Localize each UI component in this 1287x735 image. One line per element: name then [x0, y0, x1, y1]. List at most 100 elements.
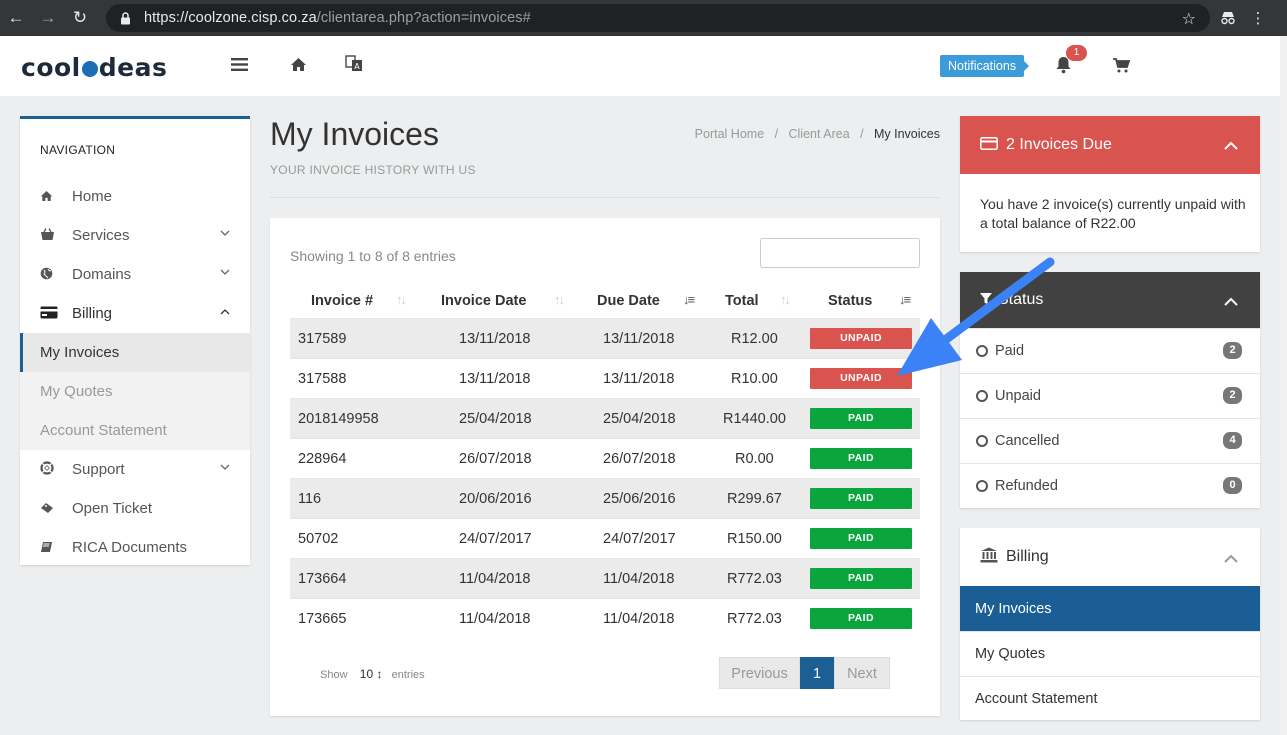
sidebar-item-domains[interactable]: Domains — [20, 255, 250, 294]
billing-link-my-quotes[interactable]: My Quotes — [960, 631, 1260, 676]
column-header-invoice-date[interactable]: Invoice Date — [441, 293, 526, 309]
billing-panel: Billing My Invoices My Quotes Account St… — [960, 528, 1260, 720]
table-row[interactable]: 228964 26/07/2018 26/07/2018 R0.00 PAID — [290, 438, 920, 478]
billing-panel-header[interactable]: Billing — [960, 528, 1260, 586]
sidebar-item-services[interactable]: Services — [20, 216, 250, 255]
page-scrollbar[interactable] — [1280, 36, 1287, 735]
chevron-up-icon — [220, 306, 230, 318]
table-search-input[interactable] — [760, 238, 920, 268]
column-header-due-date[interactable]: Due Date — [597, 293, 660, 309]
sort-icon[interactable]: ↑↓ — [780, 292, 791, 307]
book-icon — [20, 540, 72, 556]
basket-icon — [20, 227, 72, 244]
status-filter-unpaid[interactable]: Unpaid 2 — [960, 373, 1260, 418]
cell-invoice-number: 228964 — [298, 451, 347, 467]
table-row[interactable]: 173664 11/04/2018 11/04/2018 R772.03 PAI… — [290, 558, 920, 598]
sidebar-subitem-my-invoices[interactable]: My Invoices — [20, 333, 250, 372]
table-row[interactable]: 50702 24/07/2017 24/07/2017 R150.00 PAID — [290, 518, 920, 558]
status-filter-cancelled[interactable]: Cancelled 4 — [960, 418, 1260, 463]
radio-circle-icon — [976, 345, 988, 357]
entries-label: entries — [391, 669, 425, 681]
cell-total: R150.00 — [727, 531, 782, 547]
billing-link-account-statement[interactable]: Account Statement — [960, 676, 1260, 721]
globe-icon — [20, 267, 72, 283]
sidebar-item-rica-documents[interactable]: RICA Documents — [20, 528, 250, 567]
sidebar-item-home[interactable]: Home — [20, 177, 250, 216]
status-filter-header[interactable]: Status — [960, 272, 1260, 328]
status-count-badge: 0 — [1223, 477, 1242, 494]
radio-circle-icon — [976, 480, 988, 492]
sidebar-navigation: NAVIGATION Home Services Domains Billing… — [20, 116, 250, 565]
table-row[interactable]: 317588 13/11/2018 13/11/2018 R10.00 UNPA… — [290, 358, 920, 398]
sort-descending-icon[interactable]: ↓≡ — [899, 292, 911, 307]
cell-invoice-date: 11/04/2018 — [459, 611, 531, 627]
status-filter-paid[interactable]: Paid 2 — [960, 328, 1260, 373]
sort-icon[interactable]: ↑↓ — [554, 292, 565, 307]
table-row[interactable]: 317589 13/11/2018 13/11/2018 R12.00 UNPA… — [290, 318, 920, 358]
sidebar-subitem-my-quotes[interactable]: My Quotes — [20, 372, 250, 411]
status-badge-paid: PAID — [810, 528, 912, 549]
translate-icon[interactable]: A — [345, 55, 363, 77]
cell-invoice-number: 116 — [298, 491, 322, 507]
cell-due-date: 24/07/2017 — [603, 531, 676, 547]
billing-link-my-invoices[interactable]: My Invoices — [960, 586, 1260, 631]
collapse-chevron-icon[interactable] — [1224, 294, 1238, 309]
filter-icon — [980, 292, 992, 308]
radio-circle-icon — [976, 435, 988, 447]
table-row[interactable]: 2018149958 25/04/2018 25/04/2018 R1440.0… — [290, 398, 920, 438]
pagination-page-1[interactable]: 1 — [800, 657, 834, 689]
invoices-due-title: 2 Invoices Due — [1006, 136, 1112, 153]
browser-toolbar: ← → ↻ https://coolzone.cisp.co.za/client… — [0, 0, 1287, 36]
column-header-invoice-number[interactable]: Invoice # — [311, 293, 373, 309]
column-header-total[interactable]: Total — [725, 293, 759, 309]
invoices-table-card: Showing 1 to 8 of 8 entries Invoice # ↑↓… — [270, 218, 940, 716]
home-icon[interactable] — [290, 56, 307, 77]
cell-invoice-number: 173664 — [298, 571, 347, 587]
coolideas-logo[interactable]: cool deas — [21, 53, 167, 82]
chevron-down-icon — [220, 462, 230, 474]
sort-icon[interactable]: ↑↓ — [396, 292, 407, 307]
collapse-chevron-icon[interactable] — [1224, 551, 1238, 566]
status-badge-paid: PAID — [810, 408, 912, 429]
sidebar-subitem-account-statement[interactable]: Account Statement — [20, 411, 250, 450]
status-badge-paid: PAID — [810, 568, 912, 589]
kebab-menu-icon[interactable]: ⋮ — [1243, 0, 1273, 36]
invoices-due-message: You have 2 invoice(s) currently unpaid w… — [980, 196, 1246, 231]
hamburger-menu-icon[interactable] — [231, 56, 248, 77]
home-icon — [20, 189, 72, 205]
breadcrumb-client-area[interactable]: Client Area — [789, 127, 850, 141]
sidebar-item-label: Billing — [72, 305, 113, 322]
page-title: My Invoices — [270, 116, 439, 152]
breadcrumb-portal-home[interactable]: Portal Home — [695, 127, 764, 141]
cell-invoice-date: 13/11/2018 — [459, 371, 531, 387]
status-count-badge: 2 — [1223, 387, 1242, 404]
cart-icon[interactable] — [1113, 57, 1131, 78]
pagination-previous[interactable]: Previous — [719, 657, 800, 689]
status-badge-unpaid: UNPAID — [810, 368, 912, 389]
collapse-chevron-icon[interactable] — [1224, 138, 1238, 153]
lock-icon — [120, 11, 134, 25]
status-filter-refunded[interactable]: Refunded 0 — [960, 463, 1260, 508]
url-host: https://coolzone.cisp.co.za — [144, 10, 317, 26]
pagination-next[interactable]: Next — [834, 657, 890, 689]
page-subtitle: YOUR INVOICE HISTORY WITH US — [270, 163, 476, 177]
sidebar-item-open-ticket[interactable]: Open Ticket — [20, 489, 250, 528]
table-row[interactable]: 173665 11/04/2018 11/04/2018 R772.03 PAI… — [290, 598, 920, 638]
incognito-icon[interactable] — [1213, 0, 1243, 36]
notifications-label[interactable]: Notifications — [940, 55, 1030, 77]
back-icon[interactable]: ← — [0, 0, 32, 36]
invoices-due-header[interactable]: 2 Invoices Due — [960, 116, 1260, 174]
sidebar-item-billing[interactable]: Billing — [20, 294, 250, 333]
forward-icon[interactable]: → — [32, 0, 64, 36]
sort-ascending-icon[interactable]: ↓≡ — [683, 292, 695, 307]
cell-due-date: 11/04/2018 — [603, 571, 675, 587]
reload-icon[interactable]: ↻ — [64, 0, 96, 36]
bookmark-star-icon[interactable]: ☆ — [1182, 9, 1196, 29]
address-bar[interactable]: https://coolzone.cisp.co.za/clientarea.p… — [106, 4, 1210, 32]
life-ring-icon — [20, 461, 72, 478]
table-row[interactable]: 116 20/06/2016 25/06/2016 R299.67 PAID — [290, 478, 920, 518]
sidebar-item-support[interactable]: Support — [20, 450, 250, 489]
page-size-select[interactable]: 10 ↕ — [360, 667, 383, 681]
breadcrumb-separator: / — [853, 127, 871, 141]
column-header-status[interactable]: Status — [828, 293, 872, 309]
